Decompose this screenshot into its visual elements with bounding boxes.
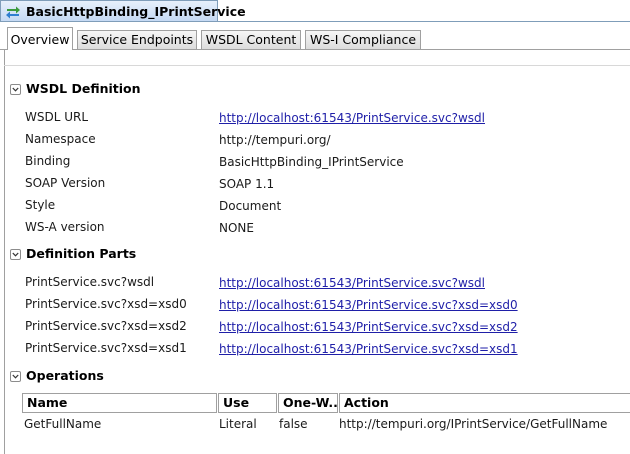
binding-icon: [5, 5, 21, 19]
column-header-name[interactable]: Name: [22, 393, 217, 413]
collapse-operations-icon[interactable]: [10, 371, 21, 382]
window-title: BasicHttpBinding_IPrintService: [26, 4, 246, 19]
tab-overview[interactable]: Overview: [7, 27, 73, 50]
binding-label: Binding: [25, 154, 71, 168]
namespace-label: Namespace: [25, 132, 96, 146]
operation-name: GetFullName: [24, 417, 102, 431]
part-link[interactable]: http://localhost:61543/PrintService.svc?…: [219, 320, 518, 334]
part-label: PrintService.svc?xsd=xsd0: [25, 297, 187, 311]
ws-a-version-value: NONE: [219, 221, 254, 235]
part-label: PrintService.svc?xsd=xsd1: [25, 341, 187, 355]
section-title: WSDL Definition: [26, 81, 141, 96]
section-title: Definition Parts: [26, 246, 137, 261]
style-value: Document: [219, 199, 282, 213]
collapse-definition-parts-icon[interactable]: [10, 249, 21, 260]
editor-title-tab[interactable]: BasicHttpBinding_IPrintService: [0, 0, 246, 22]
soap-version-value: SOAP 1.1: [219, 177, 275, 191]
operation-use: Literal: [219, 417, 257, 431]
part-link[interactable]: http://localhost:61543/PrintService.svc?…: [219, 342, 518, 356]
tab-ws-i-compliance[interactable]: WS-I Compliance: [305, 30, 421, 49]
part-link[interactable]: http://localhost:61543/PrintService.svc?…: [219, 298, 518, 312]
binding-value: BasicHttpBinding_IPrintService: [219, 155, 404, 169]
part-label: PrintService.svc?xsd=xsd2: [25, 319, 187, 333]
collapse-wsdl-definition-icon[interactable]: [10, 84, 21, 95]
section-title: Operations: [26, 368, 104, 383]
title-divider: [0, 21, 630, 22]
operation-action: http://tempuri.org/IPrintService/GetFull…: [339, 417, 608, 431]
tab-service-endpoints[interactable]: Service Endpoints: [77, 30, 197, 49]
part-link[interactable]: http://localhost:61543/PrintService.svc?…: [219, 276, 485, 290]
editor-title-bar: BasicHttpBinding_IPrintService: [0, 0, 630, 25]
column-header-use[interactable]: Use: [218, 393, 277, 413]
column-header-action[interactable]: Action: [339, 393, 630, 413]
namespace-value: http://tempuri.org/: [219, 133, 331, 147]
style-label: Style: [25, 198, 56, 212]
panel-top-divider: [4, 65, 630, 66]
column-header-one-way[interactable]: One-W...: [278, 393, 338, 413]
wsdl-url-link[interactable]: http://localhost:61543/PrintService.svc?…: [219, 111, 485, 125]
wsdl-url-label: WSDL URL: [25, 110, 89, 124]
ws-a-version-label: WS-A version: [25, 220, 105, 234]
operations-table-header: Name Use One-W... Action: [22, 393, 630, 413]
operation-one-way: false: [279, 417, 308, 431]
part-label: PrintService.svc?wsdl: [25, 275, 155, 289]
tab-wsdl-content[interactable]: WSDL Content: [201, 30, 301, 49]
soap-version-label: SOAP Version: [25, 176, 106, 190]
